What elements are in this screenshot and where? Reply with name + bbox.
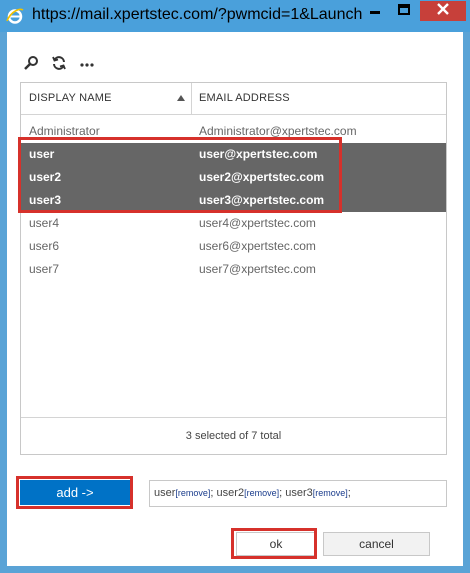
dialog-body: DISPLAY NAME EMAIL ADDRESS Administrator…	[7, 32, 463, 566]
remove-link[interactable]: [remove]	[313, 488, 348, 498]
search-icon[interactable]	[22, 54, 40, 72]
table-row[interactable]: user4 user4@xpertstec.com	[21, 212, 446, 235]
row-email: user2@xpertstec.com	[199, 170, 325, 184]
row-display-name: user6	[29, 239, 60, 253]
title-bar[interactable]: https://mail.xpertstec.com/?pwmcid=1&Lau…	[0, 0, 470, 32]
close-button[interactable]	[420, 1, 466, 21]
table-row[interactable]: user7 user7@xpertstec.com	[21, 258, 446, 281]
row-display-name: user4	[29, 216, 60, 230]
row-display-name: user3	[29, 193, 62, 207]
column-display-name[interactable]: DISPLAY NAME	[29, 83, 189, 114]
selection-count: 3 selected of 7 total	[21, 417, 446, 455]
minimize-button[interactable]	[362, 2, 388, 20]
selected-recipients-field[interactable]: user[remove]; user2[remove]; user3[remov…	[149, 480, 447, 507]
contact-list: DISPLAY NAME EMAIL ADDRESS Administrator…	[20, 82, 447, 455]
toolbar	[22, 54, 96, 72]
recipient-name: user3	[285, 487, 313, 499]
row-display-name: user	[29, 147, 55, 161]
table-row[interactable]: user user@xpertstec.com	[21, 143, 446, 166]
row-email: user6@xpertstec.com	[199, 239, 316, 253]
row-display-name: user2	[29, 170, 62, 184]
remove-link[interactable]: [remove]	[175, 488, 210, 498]
table-row[interactable]: Administrator Administrator@xpertstec.co…	[21, 120, 446, 143]
row-email: user@xpertstec.com	[199, 147, 318, 161]
table-row[interactable]: user6 user6@xpertstec.com	[21, 235, 446, 258]
maximize-icon	[398, 2, 410, 20]
row-display-name: user7	[29, 262, 60, 276]
minimize-icon	[369, 2, 381, 20]
more-icon[interactable]	[78, 54, 96, 72]
table-row[interactable]: user3 user3@xpertstec.com	[21, 189, 446, 212]
maximize-button[interactable]	[391, 2, 417, 20]
close-icon	[437, 2, 449, 20]
internet-explorer-icon	[6, 7, 24, 25]
remove-link[interactable]: [remove]	[244, 488, 279, 498]
window-title: https://mail.xpertstec.com/?pwmcid=1&Lau…	[32, 6, 362, 23]
row-display-name: Administrator	[29, 124, 100, 138]
recipient-name: user	[154, 487, 176, 499]
window-frame: https://mail.xpertstec.com/?pwmcid=1&Lau…	[0, 0, 470, 573]
column-separator	[191, 83, 192, 114]
refresh-icon[interactable]	[50, 54, 68, 72]
row-email: user3@xpertstec.com	[199, 193, 325, 207]
ok-button[interactable]: ok	[236, 532, 316, 556]
row-email: user7@xpertstec.com	[199, 262, 316, 276]
table-row[interactable]: user2 user2@xpertstec.com	[21, 166, 446, 189]
list-rows: Administrator Administrator@xpertstec.co…	[21, 120, 446, 281]
recipient-name: user2	[216, 487, 245, 499]
row-email: user4@xpertstec.com	[199, 216, 316, 230]
cancel-button[interactable]: cancel	[323, 532, 430, 556]
add-button[interactable]: add ->	[20, 480, 130, 505]
column-email-address[interactable]: EMAIL ADDRESS	[199, 83, 419, 114]
sort-ascending-icon	[177, 95, 185, 101]
recipient-separator: ;	[347, 487, 351, 499]
list-header: DISPLAY NAME EMAIL ADDRESS	[21, 83, 446, 115]
row-email: Administrator@xpertstec.com	[199, 124, 357, 138]
